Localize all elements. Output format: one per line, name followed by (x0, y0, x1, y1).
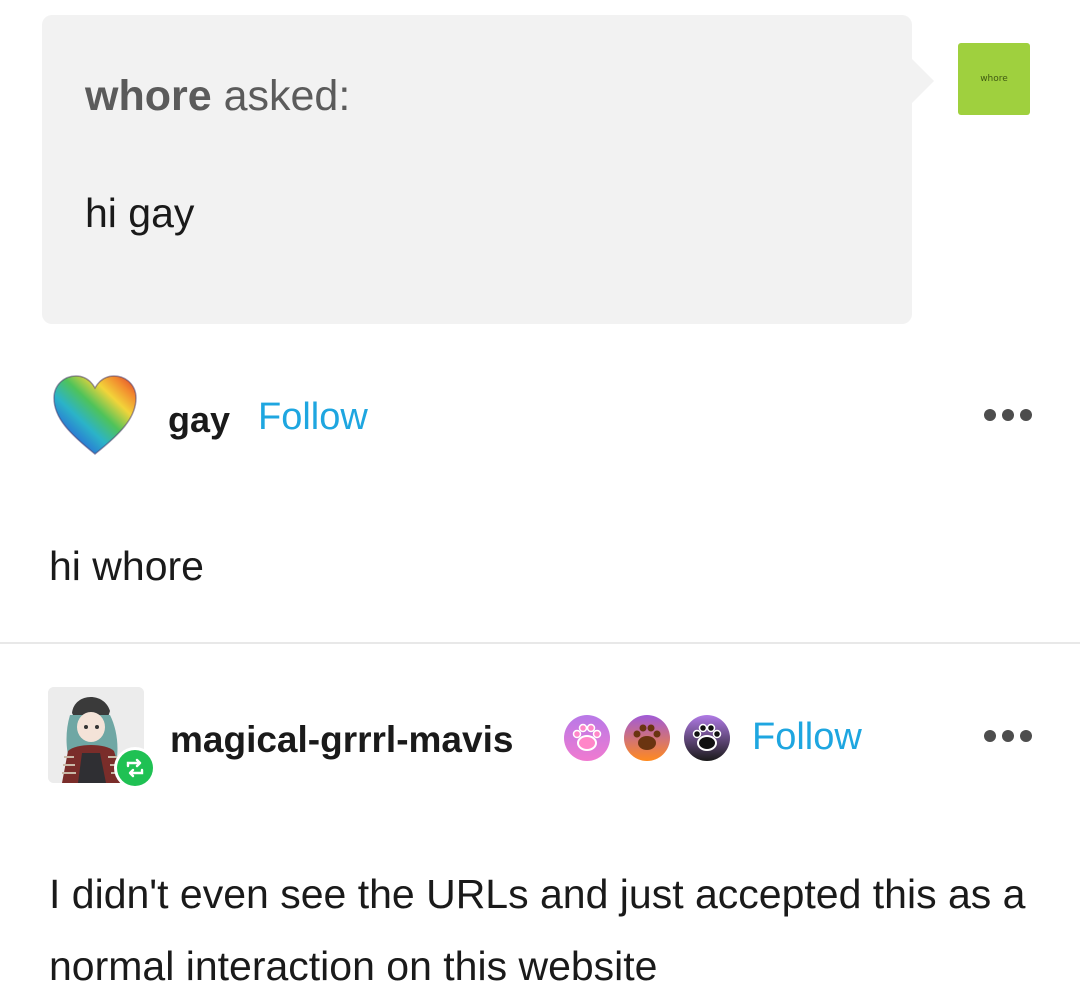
paw-badge-orange-icon (624, 715, 670, 761)
post2-username[interactable]: magical-grrrl-mavis (170, 719, 513, 761)
paw-badge-black-icon (684, 715, 730, 761)
post1-reply: hi whore (49, 543, 204, 589)
post1-more-menu-icon[interactable] (984, 408, 1032, 422)
asked-label: asked: (211, 72, 351, 120)
ask-bubble: whore asked: hi gay (42, 15, 934, 324)
post-divider (0, 642, 1080, 644)
reblog-icon (114, 747, 156, 789)
post1-username[interactable]: gay (168, 399, 230, 441)
post2-follow-button[interactable]: Follow (752, 716, 862, 759)
ask-question: hi gay (85, 190, 195, 236)
ask-header: whore asked: (85, 72, 350, 121)
post2-body: I didn't even see the URLs and just acce… (49, 871, 1026, 989)
asker-avatar-label: whore (980, 74, 1008, 84)
rainbow-heart-icon[interactable] (52, 374, 138, 456)
post1-follow-button[interactable]: Follow (258, 396, 368, 439)
asker-avatar[interactable]: whore (958, 43, 1030, 115)
post2-more-menu-icon[interactable] (984, 729, 1032, 743)
asker-name[interactable]: whore (85, 72, 212, 120)
paw-badge-pink-icon (564, 715, 610, 761)
